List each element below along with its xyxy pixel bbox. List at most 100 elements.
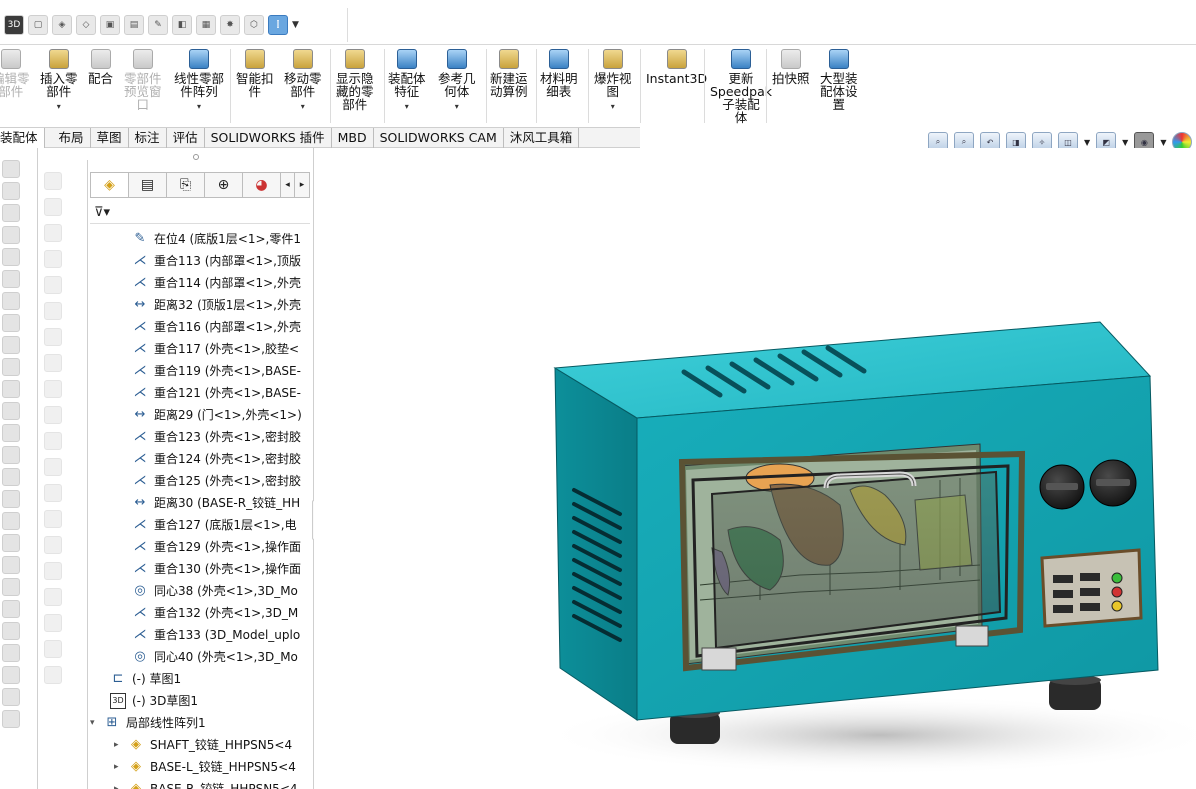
disabled-tool-icon[interactable] [44,406,62,424]
mate-icon[interactable]: ⫿ [268,15,288,35]
move-component-button[interactable]: 移动零 部件 ▾ [284,49,322,113]
tree-row[interactable]: ⋌ 重合113 (内部罩<1>,顶版 [132,250,310,272]
reference-geometry-button[interactable]: 参考几 何体 ▾ [438,49,476,113]
insert-component-button[interactable]: 插入零 部件 ▾ [40,49,78,113]
tree-row[interactable]: ↔ 距离29 (门<1>,外壳<1>) [132,404,310,426]
instance-icon[interactable]: ▤ [124,15,144,35]
feature-manager-tab-icon[interactable]: ◈ [91,173,129,197]
tab-7[interactable]: SOLIDWORKS CAM [374,128,504,148]
panel-pin-icon[interactable] [193,154,199,160]
large-assembly-settings-button[interactable]: 大型装 配体设置 [820,49,858,111]
strip-tool-icon[interactable] [2,182,20,200]
tab-5[interactable]: SOLIDWORKS 插件 [205,128,332,148]
strip-tool-icon[interactable] [2,446,20,464]
strip-tool-icon[interactable] [2,468,20,486]
configuration-manager-tab-icon[interactable]: ⎘ [167,173,205,197]
component-preview-button[interactable]: 零部件 预览窗口 [124,49,162,111]
dropdown-arrow-icon[interactable]: ▾ [455,100,459,113]
tree-row[interactable]: ⋌ 重合114 (内部罩<1>,外壳 [132,272,310,294]
show-hidden-components-button[interactable]: 显示隐 藏的零 部件 [336,49,374,111]
new-motion-study-button[interactable]: 新建运 动算例 [490,49,528,98]
strip-tool-icon[interactable] [2,380,20,398]
tree-row[interactable]: ▸ ◈ BASE-L_铰链_HHPSN5<4 [114,756,310,778]
tree-row[interactable]: ⊏ (-) 草图1 [110,668,310,690]
strip-tool-icon[interactable] [2,204,20,222]
tree-row[interactable]: ⋌ 重合125 (外壳<1>,密封胶 [132,470,310,492]
tree-row[interactable]: ⋌ 重合119 (外壳<1>,BASE- [132,360,310,382]
expand-caret-icon[interactable]: ▸ [114,756,124,778]
disabled-tool-icon[interactable] [44,562,62,580]
explode-icon[interactable]: ✸ [220,15,240,35]
linear-pattern-button[interactable]: 线性零部 件阵列 ▾ [174,49,224,113]
strip-tool-icon[interactable] [2,424,20,442]
tree-row[interactable]: ⋌ 重合124 (外壳<1>,密封胶 [132,448,310,470]
tab-scroll-right-icon[interactable]: ▸ [295,173,309,197]
smart-fastener-button[interactable]: 智能扣件 [236,49,274,98]
disabled-tool-icon[interactable] [44,328,62,346]
dropdown-arrow-icon[interactable]: ▾ [197,100,201,113]
disabled-tool-icon[interactable] [44,224,62,242]
motion-icon[interactable]: ⬡ [244,15,264,35]
disabled-tool-icon[interactable] [44,510,62,528]
strip-tool-icon[interactable] [2,556,20,574]
strip-tool-icon[interactable] [2,226,20,244]
tab-3[interactable]: 标注 [129,128,167,148]
update-speedpak-button[interactable]: 更新 Speedpak 子装配体 [710,49,772,124]
strip-tool-icon[interactable] [2,270,20,288]
tree-row[interactable]: ↔ 距离32 (顶版1层<1>,外壳 [132,294,310,316]
disabled-tool-icon[interactable] [44,198,62,216]
disabled-tool-icon[interactable] [44,250,62,268]
strip-tool-icon[interactable] [2,336,20,354]
take-snapshot-button[interactable]: 拍快照 [772,49,810,85]
strip-tool-icon[interactable] [2,358,20,376]
tree-row[interactable]: ↔ 距离30 (BASE-R_铰链_HH [132,492,310,514]
tree-filter[interactable]: ⊽▾ [90,202,310,224]
tree-row[interactable]: ⋌ 重合121 (外壳<1>,BASE- [132,382,310,404]
dropdown-arrow-icon[interactable]: ▾ [301,100,305,113]
bill-of-materials-button[interactable]: 材料明 细表 [540,49,578,98]
strip-tool-icon[interactable] [2,578,20,596]
tab-8[interactable]: 沐风工具箱 [504,128,580,148]
dimxpert-tab-icon[interactable]: ⊕ [205,173,243,197]
tab-1[interactable]: 布局 [45,128,91,148]
disabled-tool-icon[interactable] [44,536,62,554]
disabled-tool-icon[interactable] [44,172,62,190]
exploded-view-button[interactable]: 爆炸视图 ▾ [594,49,632,113]
tree-row[interactable]: ▸ ◈ SHAFT_铰链_HHPSN5<4 [114,734,310,756]
dropdown-icon[interactable]: ▼ [292,20,299,30]
disabled-tool-icon[interactable] [44,354,62,372]
hide-show-dropdown-icon[interactable]: ▼ [1160,138,1166,147]
strip-tool-icon[interactable] [2,490,20,508]
view-orientation-dropdown-icon[interactable]: ▼ [1084,138,1090,147]
disabled-tool-icon[interactable] [44,588,62,606]
assembly-feature-button[interactable]: 装配体 特征 ▾ [388,49,426,113]
strip-tool-icon[interactable] [2,600,20,618]
assembly-icon[interactable]: ◈ [52,15,72,35]
expand-caret-icon[interactable]: ▾ [90,712,100,734]
tree-row[interactable]: ⋌ 重合130 (外壳<1>,操作面 [132,558,310,580]
tab-6[interactable]: MBD [332,128,374,148]
strip-tool-icon[interactable] [2,160,20,178]
tree-row[interactable]: ⋌ 重合117 (外壳<1>,胶垫< [132,338,310,360]
tab-scroll-left-icon[interactable]: ◂ [281,173,295,197]
component-icon[interactable]: ◇ [76,15,96,35]
display-manager-tab-icon[interactable]: ◕ [243,173,281,197]
strip-tool-icon[interactable] [2,314,20,332]
strip-tool-icon[interactable] [2,512,20,530]
tree-row[interactable]: ◎ 同心38 (外壳<1>,3D_Mo [132,580,310,602]
tab-0[interactable]: 装配体 [0,128,45,148]
filter-icon[interactable]: ⊽▾ [94,205,110,220]
tree-row[interactable]: ⋌ 重合129 (外壳<1>,操作面 [132,536,310,558]
mate-button[interactable]: 配合 [88,49,113,85]
disabled-tool-icon[interactable] [44,484,62,502]
strip-tool-icon[interactable] [2,402,20,420]
tree-row[interactable]: ⋌ 重合116 (内部罩<1>,外壳 [132,316,310,338]
display-style-dropdown-icon[interactable]: ▼ [1122,138,1128,147]
strip-tool-icon[interactable] [2,688,20,706]
tree-row[interactable]: ⋌ 重合123 (外壳<1>,密封胶 [132,426,310,448]
view-icon[interactable]: ◧ [172,15,192,35]
save-icon[interactable]: ▦ [196,15,216,35]
3d-icon[interactable]: 3D [4,15,24,35]
strip-tool-icon[interactable] [2,710,20,728]
tree-row[interactable]: ⋌ 重合127 (底版1层<1>,电 [132,514,310,536]
